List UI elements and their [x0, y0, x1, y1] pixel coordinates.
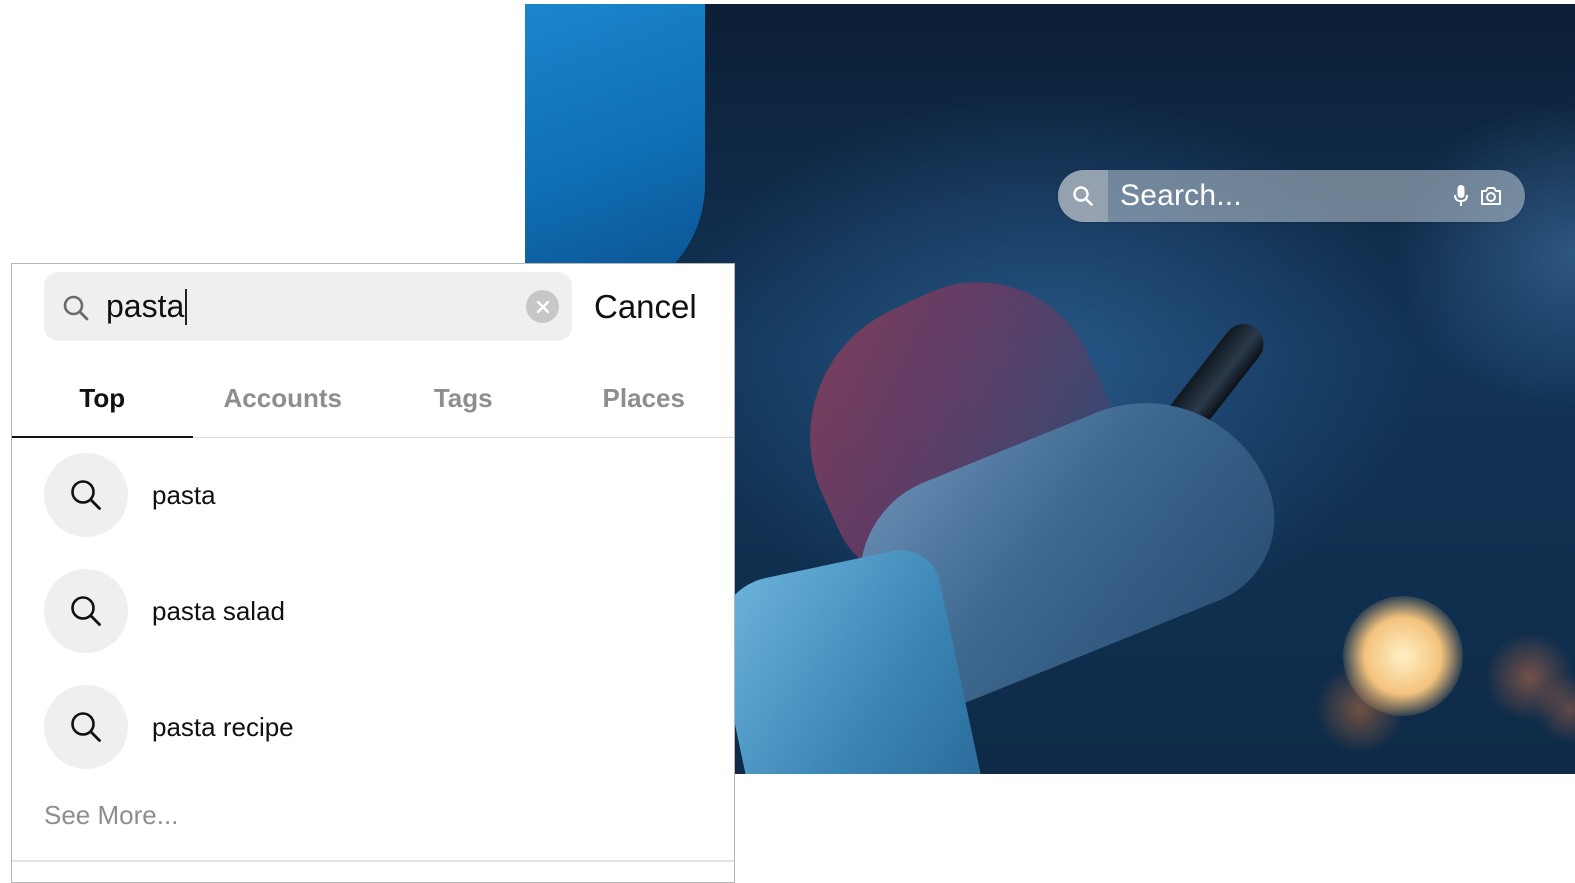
search-panel: pasta Cancel Top Accounts Tags Places pa…	[11, 263, 735, 883]
search-icon	[44, 453, 128, 537]
photo-shoulder	[525, 4, 705, 304]
see-more-link[interactable]: See More...	[44, 800, 178, 831]
search-query: pasta	[106, 272, 188, 341]
search-icon	[62, 294, 90, 327]
tab-tags[interactable]: Tags	[373, 359, 554, 437]
search-icon	[44, 685, 128, 769]
search-tabs: Top Accounts Tags Places	[12, 359, 734, 438]
camera-icon[interactable]	[1479, 184, 1503, 213]
search-results: pasta pasta salad pasta recipe	[12, 439, 734, 787]
list-item[interactable]: pasta recipe	[12, 671, 734, 787]
overlay-search-bar[interactable]: Search...	[1058, 170, 1525, 222]
result-label: pasta recipe	[152, 712, 294, 742]
divider	[12, 860, 734, 862]
tab-places[interactable]: Places	[554, 359, 735, 437]
list-item[interactable]: pasta salad	[12, 555, 734, 671]
text-caret	[185, 288, 188, 325]
search-query-text: pasta	[106, 288, 185, 324]
result-label: pasta	[152, 480, 216, 510]
photo-bokeh-light	[1343, 596, 1463, 716]
cancel-button[interactable]: Cancel	[594, 272, 697, 341]
search-icon	[1058, 170, 1108, 222]
list-item[interactable]: pasta	[12, 439, 734, 555]
search-icon	[44, 569, 128, 653]
search-input[interactable]: pasta	[44, 272, 572, 341]
clear-icon[interactable]	[526, 290, 559, 323]
tab-accounts[interactable]: Accounts	[193, 359, 374, 437]
microphone-icon[interactable]	[1453, 184, 1469, 213]
tab-top[interactable]: Top	[12, 359, 193, 438]
overlay-search-placeholder: Search...	[1120, 179, 1242, 212]
result-label: pasta salad	[152, 596, 285, 626]
